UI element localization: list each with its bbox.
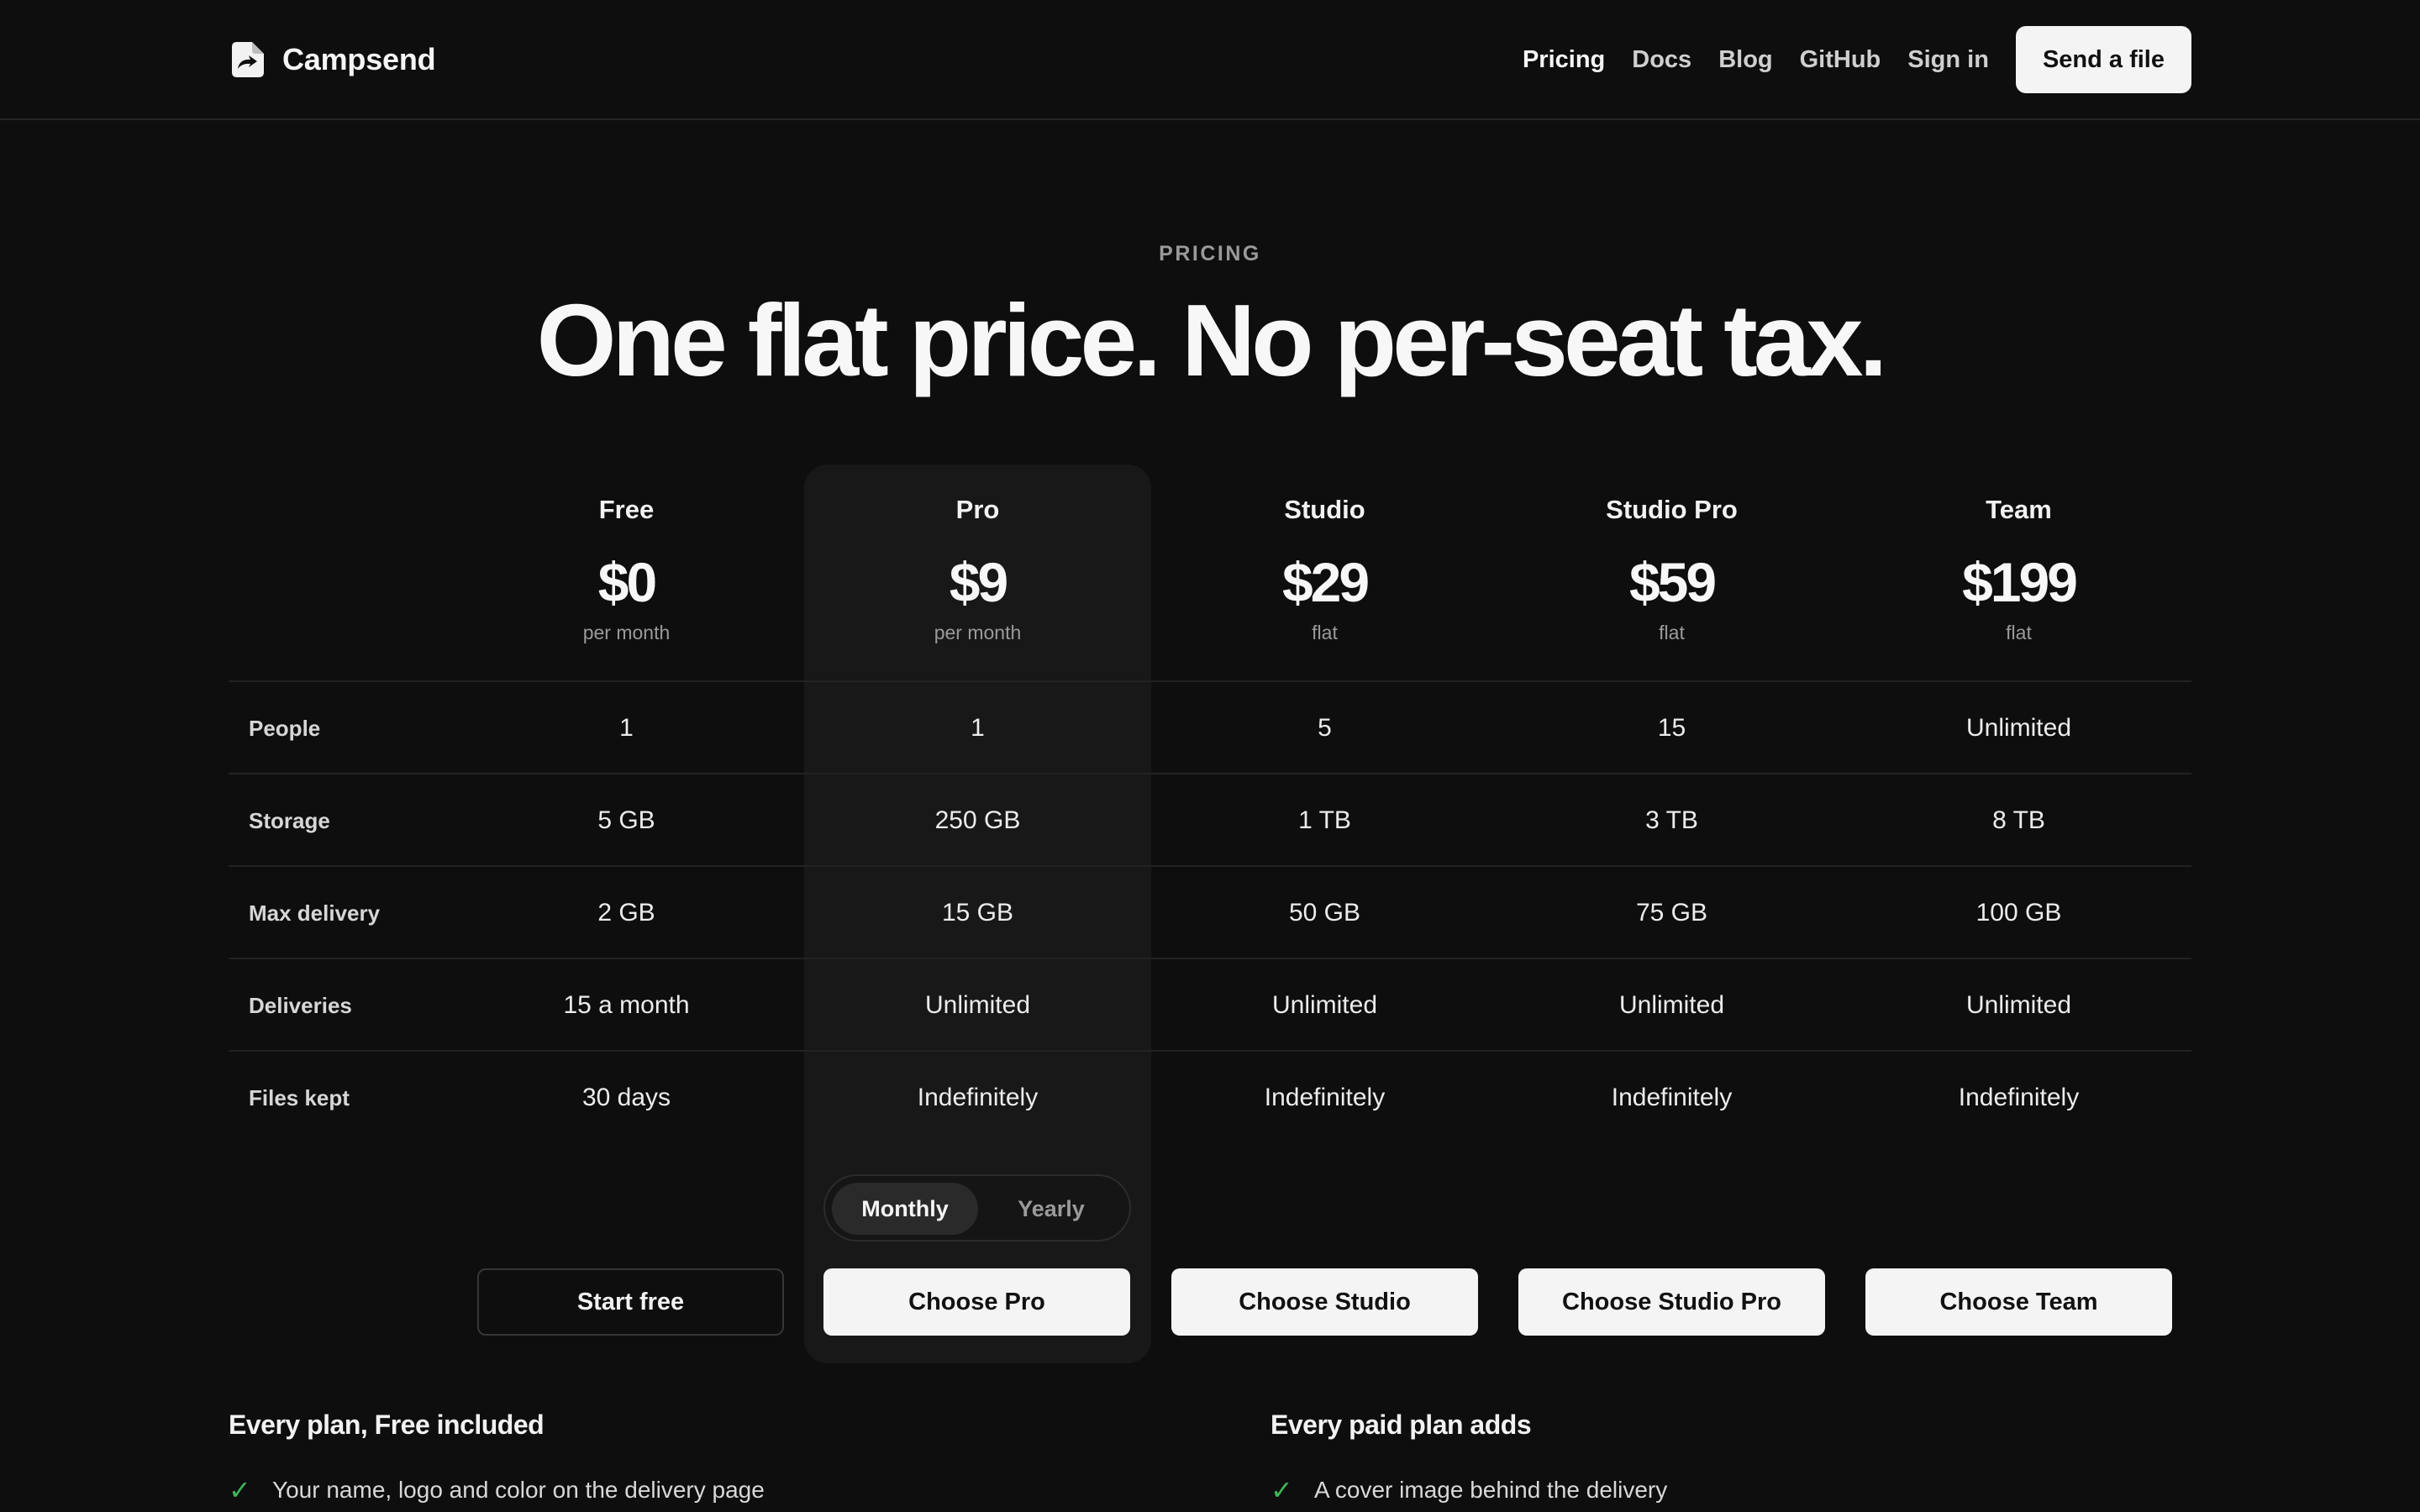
start-free-button[interactable]: Start free	[477, 1268, 784, 1336]
cell-pro: 15 GB	[941, 899, 1014, 927]
nav-sign-in[interactable]: Sign in	[1907, 46, 1989, 74]
check-icon: ✓	[1270, 1475, 1293, 1505]
cell-studio: Indefinitely	[1264, 1084, 1386, 1111]
cell-team: Unlimited	[1965, 991, 2072, 1019]
cell-pro: Indefinitely	[917, 1084, 1039, 1111]
billing-monthly-option[interactable]: Monthly	[832, 1183, 978, 1235]
nav-docs[interactable]: Docs	[1632, 46, 1691, 74]
row-label: Max delivery	[249, 900, 381, 926]
cell-studio-pro: 3 TB	[1645, 806, 1698, 834]
plan-price: $29	[1281, 551, 1370, 613]
cell-free: 1	[619, 714, 634, 742]
pricing-page: Campsend Pricing Docs Blog GitHub Sign i…	[0, 0, 2420, 1512]
cell-free: 15 a month	[563, 991, 690, 1019]
plan-price: $0	[597, 551, 657, 613]
plan-price: $9	[949, 551, 1008, 613]
cell-free: 5 GB	[597, 806, 655, 834]
brand-logo-link[interactable]: Campsend	[229, 39, 436, 81]
cell-studio: 50 GB	[1288, 899, 1361, 927]
plan-name: Team	[1986, 495, 2052, 524]
cell-team: Unlimited	[1965, 714, 2072, 742]
billing-yearly-option[interactable]: Yearly	[978, 1183, 1124, 1235]
features-heading: Every paid plan adds	[1270, 1410, 1532, 1440]
choose-studio-button[interactable]: Choose Studio	[1171, 1268, 1478, 1336]
cell-team: 8 TB	[1992, 806, 2045, 834]
cell-studio-pro: 75 GB	[1635, 899, 1708, 927]
cell-free: 30 days	[581, 1084, 671, 1111]
row-people: People 1 1 5 15 Unlimited	[229, 680, 2191, 773]
cell-pro: 1	[971, 714, 985, 742]
feature-text: A cover image behind the delivery	[1314, 1477, 1668, 1503]
cell-studio-pro: Unlimited	[1618, 991, 1725, 1019]
cell-pro: Unlimited	[924, 991, 1031, 1019]
row-max-delivery: Max delivery 2 GB 15 GB 50 GB 75 GB 100 …	[229, 865, 2191, 958]
plan-period: flat	[1312, 622, 1338, 643]
cell-pro: 250 GB	[934, 806, 1021, 834]
campsend-logo-icon	[232, 42, 264, 77]
choose-team-button[interactable]: Choose Team	[1865, 1268, 2172, 1336]
row-label: Files kept	[249, 1085, 350, 1110]
feature-item: ✓ Your name, logo and color on the deliv…	[229, 1474, 1153, 1506]
check-icon: ✓	[229, 1475, 251, 1505]
choose-pro-button[interactable]: Choose Pro	[823, 1268, 1130, 1336]
plan-name: Studio Pro	[1606, 495, 1738, 524]
nav-blog[interactable]: Blog	[1718, 46, 1772, 74]
cell-studio-pro: 15	[1657, 714, 1686, 742]
features-all-plans: Every plan, Free included ✓ Your name, l…	[229, 1410, 1153, 1506]
cell-free: 2 GB	[597, 899, 655, 927]
nav-pricing[interactable]: Pricing	[1523, 46, 1605, 74]
features-heading: Every plan, Free included	[229, 1410, 544, 1440]
cell-studio: 1 TB	[1298, 806, 1351, 834]
plan-period: flat	[2006, 622, 2032, 643]
plan-price: $59	[1628, 551, 1717, 613]
cell-team: Indefinitely	[1958, 1084, 2080, 1111]
features-paid-plans: Every paid plan adds ✓ A cover image beh…	[1270, 1410, 2195, 1506]
feature-text: Your name, logo and color on the deliver…	[272, 1477, 765, 1503]
choose-studio-pro-button[interactable]: Choose Studio Pro	[1518, 1268, 1825, 1336]
page-title: One flat price. No per-seat tax.	[536, 283, 1888, 397]
brand-name: Campsend	[282, 42, 436, 76]
plan-period: per month	[934, 622, 1022, 643]
row-label: People	[249, 716, 321, 741]
cell-team: 100 GB	[1975, 899, 2062, 927]
plan-period: flat	[1659, 622, 1685, 643]
plan-name: Pro	[955, 495, 1000, 524]
cell-studio: 5	[1318, 714, 1332, 742]
send-file-button[interactable]: Send a file	[2015, 26, 2191, 93]
feature-item: ✓ A cover image behind the delivery	[1270, 1474, 2195, 1506]
row-label: Storage	[249, 808, 330, 833]
nav-github[interactable]: GitHub	[1800, 46, 1881, 74]
row-storage: Storage 5 GB 250 GB 1 TB 3 TB 8 TB	[229, 773, 2191, 865]
plan-price: $199	[1962, 551, 2078, 613]
row-deliveries: Deliveries 15 a month Unlimited Unlimite…	[229, 958, 2191, 1050]
plan-name: Free	[598, 495, 655, 524]
row-files-kept: Files kept 30 days Indefinitely Indefini…	[229, 1050, 2191, 1142]
pricing-table: Free $0 per month Pro $9 per month Studi…	[229, 465, 2191, 1363]
section-eyebrow: PRICING	[1159, 242, 1261, 265]
row-label: Deliveries	[249, 993, 352, 1018]
cell-studio-pro: Indefinitely	[1611, 1084, 1733, 1111]
top-navbar: Campsend Pricing Docs Blog GitHub Sign i…	[0, 0, 2420, 120]
plan-period: per month	[582, 622, 671, 643]
cell-studio: Unlimited	[1271, 991, 1378, 1019]
plan-name: Studio	[1284, 495, 1365, 524]
main-nav: Pricing Docs Blog GitHub Sign in Send a …	[1496, 26, 2191, 93]
billing-period-toggle: Monthly Yearly	[823, 1174, 1131, 1242]
